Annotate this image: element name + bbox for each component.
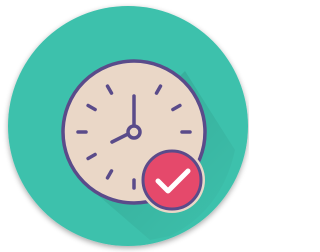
clock-check-icon (8, 6, 248, 246)
clock-check-illustration (0, 0, 249, 252)
check-badge (139, 147, 205, 213)
hand-pivot (126, 124, 142, 140)
badge-circle (141, 149, 203, 211)
